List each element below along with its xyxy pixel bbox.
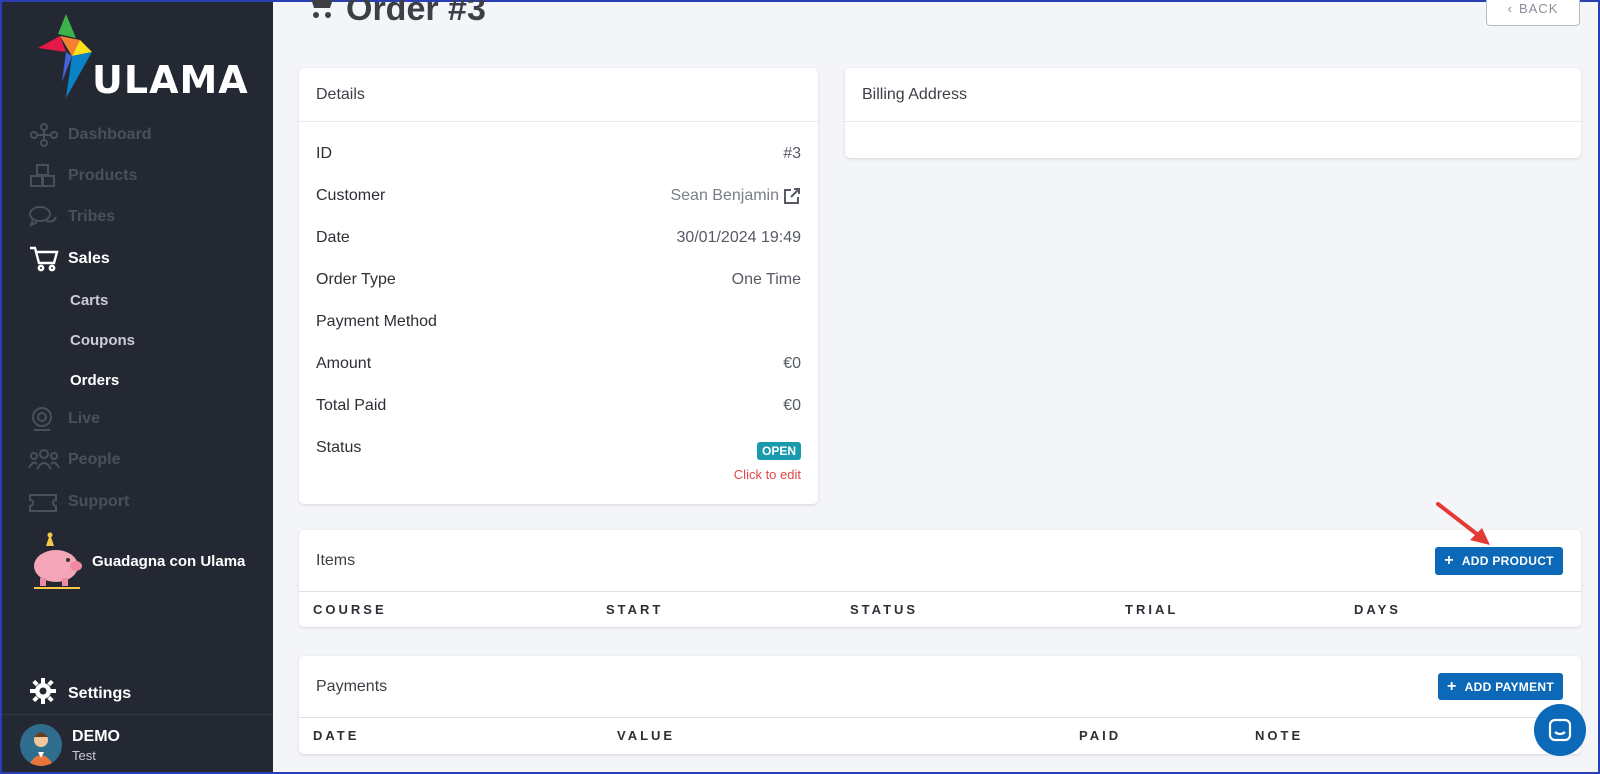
detail-label: Amount [316, 355, 372, 372]
sidebar-item-products[interactable]: Products [28, 161, 137, 191]
chevron-left-icon: ‹ [1507, 1, 1513, 16]
page-title: Order #3 [302, 0, 486, 29]
detail-value: €0 [783, 397, 801, 414]
sidebar-item-label: Dashboard [68, 126, 152, 143]
ticket-icon [28, 488, 62, 516]
column-header-days[interactable]: DAYS [1354, 602, 1401, 617]
sidebar-item-live[interactable]: Live [28, 404, 100, 434]
sidebar-subitem-orders[interactable]: Orders [70, 372, 119, 389]
column-header-trial[interactable]: TRIAL [1125, 602, 1178, 617]
sidebar-item-label: People [68, 451, 121, 468]
column-header-value[interactable]: VALUE [617, 728, 675, 743]
chat-widget-button[interactable] [1534, 704, 1586, 756]
detail-row-date: Date 30/01/2024 19:49 [316, 229, 801, 247]
brand-name: ULAMA [92, 58, 249, 102]
edit-status-link[interactable]: Click to edit [734, 467, 801, 482]
detail-row-total-paid: Total Paid €0 [316, 397, 801, 415]
page-title-text: Order #3 [346, 0, 486, 28]
people-icon [28, 446, 62, 474]
sidebar-item-label: Sales [68, 250, 110, 267]
detail-row-amount: Amount €0 [316, 355, 801, 373]
sidebar-item-sales[interactable]: Sales [28, 244, 110, 274]
sidebar-item-label: Guadagna con Ulama [92, 552, 246, 570]
sidebar-item-label: Support [68, 493, 130, 510]
column-header-note[interactable]: NOTE [1255, 728, 1303, 743]
back-button-label: BACK [1518, 1, 1559, 16]
items-card: Items COURSE START STATUS TRIAL DAYS [299, 530, 1581, 627]
column-header-paid[interactable]: PAID [1079, 728, 1121, 743]
add-product-label: ADD PRODUCT [1461, 554, 1554, 568]
brand-logo[interactable]: ULAMA [36, 12, 249, 102]
billing-address-card: Billing Address [845, 68, 1581, 158]
detail-label: Customer [316, 187, 386, 204]
column-header-date[interactable]: DATE [313, 728, 359, 743]
customer-link[interactable]: Sean Benjamin [670, 187, 801, 205]
user-name: DEMO [72, 727, 120, 745]
gear-icon [30, 678, 56, 709]
detail-label: Date [316, 229, 350, 246]
sidebar-item-settings[interactable]: Settings [30, 678, 131, 709]
sidebar-item-support[interactable]: Support [28, 487, 129, 517]
chat-bubbles-icon [28, 203, 62, 231]
items-card-title: Items [299, 530, 1581, 592]
detail-row-status: Status OPEN [316, 439, 801, 460]
detail-row-id: ID #3 [316, 145, 801, 163]
details-card: Details ID #3 Customer Sean Benjamin Dat… [299, 68, 818, 504]
detail-row-order-type: Order Type One Time [316, 271, 801, 289]
status-badge: OPEN [756, 442, 801, 460]
customer-name: Sean Benjamin [670, 187, 779, 204]
sidebar-item-label: Products [68, 167, 138, 184]
sidebar-item-label: Settings [68, 684, 132, 702]
boxes-icon [28, 162, 62, 190]
user-role: Test [72, 747, 96, 763]
column-header-course[interactable]: COURSE [313, 602, 387, 617]
sidebar-item-label: Tribes [68, 208, 116, 225]
avatar [20, 724, 62, 766]
detail-label: ID [316, 145, 332, 162]
detail-row-payment-method: Payment Method [316, 313, 801, 331]
add-payment-button[interactable]: + ADD PAYMENT [1438, 673, 1563, 700]
detail-value: €0 [783, 355, 801, 372]
back-button[interactable]: ‹ BACK [1486, 0, 1580, 26]
detail-label: Payment Method [316, 313, 437, 330]
detail-value: 30/01/2024 19:49 [676, 229, 801, 246]
sidebar-item-dashboard[interactable]: Dashboard [28, 120, 152, 150]
sidebar-item-referral[interactable]: Guadagna con Ulama [28, 532, 245, 590]
detail-label: Total Paid [316, 397, 387, 414]
sidebar-item-label: Live [68, 410, 101, 427]
detail-value: One Time [731, 271, 801, 288]
detail-label: Status [316, 439, 362, 456]
webcam-icon [28, 405, 62, 433]
add-payment-label: ADD PAYMENT [1464, 679, 1554, 694]
sidebar-subitem-carts[interactable]: Carts [70, 292, 108, 309]
annotation-arrow-icon [1436, 502, 1490, 545]
billing-card-title: Billing Address [845, 68, 1581, 122]
chat-icon [1548, 718, 1572, 742]
external-link-icon [784, 188, 800, 204]
network-icon [28, 121, 62, 149]
cart-icon [28, 245, 62, 273]
column-header-start[interactable]: START [606, 602, 663, 617]
sidebar-item-people[interactable]: People [28, 445, 120, 475]
payments-card: Payments DATE VALUE PAID NOTE [299, 656, 1581, 754]
plus-icon: + [1447, 677, 1457, 695]
user-profile[interactable]: DEMO Test [20, 724, 120, 766]
detail-label: Order Type [316, 271, 396, 288]
column-header-status[interactable]: STATUS [850, 602, 918, 617]
sidebar-subitem-coupons[interactable]: Coupons [70, 332, 135, 349]
sidebar-item-tribes[interactable]: Tribes [28, 202, 115, 232]
detail-row-customer: Customer Sean Benjamin [316, 187, 801, 205]
sidebar-divider [2, 714, 273, 715]
payments-card-title: Payments [299, 656, 1581, 718]
detail-value: #3 [783, 145, 801, 162]
details-card-title: Details [299, 68, 818, 122]
add-product-button[interactable]: + ADD PRODUCT [1435, 547, 1563, 575]
piggy-bank-icon [34, 532, 82, 589]
sidebar: ULAMA Dashboard Products Tribes Sales Ca… [2, 2, 273, 772]
cart-icon [302, 0, 336, 29]
plus-icon: + [1444, 552, 1454, 569]
